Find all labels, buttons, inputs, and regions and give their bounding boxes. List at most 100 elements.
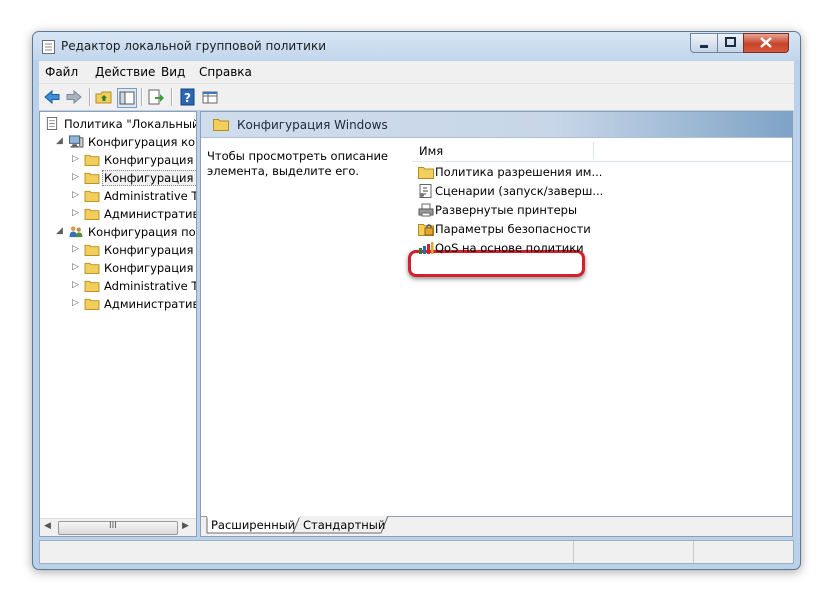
tree-item[interactable]: ▷ Конфигурация W	[40, 259, 196, 277]
tree-item-label: Конфигурация W	[104, 261, 196, 275]
list-item[interactable]: QoS на основе политики	[412, 239, 792, 257]
toolbar: ?	[39, 83, 794, 110]
tree-item[interactable]: Политика "Локальный	[40, 115, 196, 133]
tab-standard[interactable]: Стандартный	[301, 516, 386, 534]
tab-standard-label: Стандартный	[303, 518, 386, 532]
export-list-icon[interactable]	[147, 88, 165, 106]
list-item-label: Сценарии (запуск/заверш...	[435, 184, 604, 198]
list-item[interactable]: Сценарии (запуск/заверш...	[412, 182, 792, 200]
column-header-name[interactable]: Имя	[412, 140, 792, 162]
folder-icon	[84, 298, 100, 310]
folder-icon	[84, 154, 100, 166]
tree-item[interactable]: ▷ Конфигурация п	[40, 241, 196, 259]
forward-arrow-icon[interactable]	[65, 88, 83, 106]
menu-file[interactable]: Файл	[45, 65, 78, 79]
tree-item[interactable]: ▷ Конфигурация W	[40, 169, 196, 187]
tree-pane[interactable]: Политика "Локальный◢Конфигурация комп▷Ко…	[39, 111, 197, 537]
horizontal-scrollbar[interactable]: ◀ III ▶	[40, 518, 196, 536]
tree-item[interactable]: ▷ Административ	[40, 205, 196, 223]
status-cell	[693, 541, 794, 563]
expand-arrow-icon[interactable]: ▷	[72, 298, 80, 308]
folder-icon	[84, 172, 100, 184]
tree-item-label: Административ	[104, 207, 197, 221]
expand-arrow-icon[interactable]: ▷	[72, 244, 80, 254]
expand-arrow-icon[interactable]: ▷	[72, 154, 80, 164]
description-text: Чтобы просмотреть описание элемента, выд…	[207, 149, 389, 178]
folder-icon	[418, 167, 434, 179]
minimize-icon	[700, 45, 708, 48]
policy-doc-icon	[46, 117, 58, 130]
help-icon[interactable]: ?	[179, 88, 197, 106]
column-header-label: Имя	[419, 144, 444, 158]
toolbar-separator	[171, 88, 173, 106]
status-bar	[39, 540, 794, 564]
expand-arrow-icon[interactable]: ▷	[72, 262, 80, 272]
qos-icon	[419, 242, 434, 254]
menu-bar: Файл Действие Вид Справка	[39, 61, 794, 83]
folder-icon	[213, 119, 229, 131]
users-icon	[69, 226, 83, 238]
collapse-arrow-icon[interactable]: ◢	[56, 136, 64, 146]
minimize-button[interactable]	[690, 33, 718, 53]
scroll-thumb[interactable]: III	[58, 521, 178, 535]
tree-item[interactable]: ▷ Конфигурация п	[40, 151, 196, 169]
column-separator[interactable]	[593, 142, 594, 159]
expand-arrow-icon[interactable]: ▷	[72, 190, 80, 200]
list-item[interactable]: Политика разрешения им...	[412, 163, 792, 181]
details-header: Конфигурация Windows	[201, 112, 792, 138]
tree-item-label: Конфигурация поль	[88, 225, 196, 239]
app-window: Редактор локальной групповой политики Фа…	[32, 31, 801, 570]
scroll-right-icon[interactable]: ▶	[182, 521, 189, 531]
tree-item-label: Конфигурация комп	[88, 135, 196, 149]
tree-item[interactable]: ▷ Administrative Te	[40, 277, 196, 295]
tree-item[interactable]: ◢ Конфигурация комп	[40, 133, 196, 151]
maximize-button[interactable]	[717, 33, 744, 53]
list-item-label: Развернутые принтеры	[435, 203, 578, 217]
details-pane: Конфигурация Windows Чтобы просмотреть о…	[200, 111, 793, 537]
tree-item[interactable]: ◢ Конфигурация поль	[40, 223, 196, 241]
status-cell	[573, 541, 694, 563]
menu-view[interactable]: Вид	[161, 65, 185, 79]
tree-item-label: Administrative Te	[104, 279, 197, 293]
folder-icon	[84, 244, 100, 256]
view-tabs: Расширенный Стандартный	[201, 516, 792, 536]
policy-editor-icon	[42, 40, 55, 54]
tree-item-label: Конфигурация п	[104, 153, 197, 167]
back-arrow-icon[interactable]	[43, 88, 61, 106]
tree-item-label: Политика "Локальный	[64, 117, 197, 131]
folder-icon	[84, 208, 100, 220]
window-title: Редактор локальной групповой политики	[61, 39, 327, 53]
collapse-arrow-icon[interactable]: ◢	[56, 226, 64, 236]
tab-extended[interactable]: Расширенный	[209, 516, 295, 534]
list-item[interactable]: Параметры безопасности	[412, 220, 792, 238]
list-item-label: Политика разрешения им...	[435, 165, 603, 179]
menu-help[interactable]: Справка	[199, 65, 252, 79]
menu-action[interactable]: Действие	[95, 65, 155, 79]
security-settings-icon	[418, 224, 434, 236]
scroll-left-icon[interactable]: ◀	[44, 521, 51, 531]
show-hide-tree-icon[interactable]	[117, 88, 137, 108]
expand-arrow-icon[interactable]: ▷	[72, 208, 80, 218]
details-header-title: Конфигурация Windows	[237, 118, 388, 132]
list-item[interactable]: Развернутые принтеры	[412, 201, 792, 219]
toolbar-separator	[141, 88, 143, 106]
folder-icon	[84, 280, 100, 292]
tab-extended-label: Расширенный	[211, 518, 296, 532]
folder-icon	[84, 262, 100, 274]
expand-arrow-icon[interactable]: ▷	[72, 280, 80, 290]
tree-item[interactable]: ▷ Административ	[40, 295, 196, 313]
title-bar[interactable]: Редактор локальной групповой политики	[33, 32, 800, 60]
maximize-icon	[725, 37, 736, 47]
close-icon	[760, 37, 772, 48]
svg-text:?: ?	[184, 91, 191, 105]
scroll-thumb-grip: III	[109, 521, 117, 531]
folder-icon	[84, 190, 100, 202]
tree-item-label: Конфигурация W	[102, 170, 196, 186]
properties-grid-icon[interactable]	[201, 88, 219, 106]
printer-icon	[418, 203, 434, 217]
close-button[interactable]	[743, 33, 789, 53]
expand-arrow-icon[interactable]: ▷	[72, 172, 80, 182]
up-folder-icon[interactable]	[95, 88, 113, 106]
tree-item-label: Administrative Te	[104, 189, 197, 203]
tree-item[interactable]: ▷ Administrative Te	[40, 187, 196, 205]
